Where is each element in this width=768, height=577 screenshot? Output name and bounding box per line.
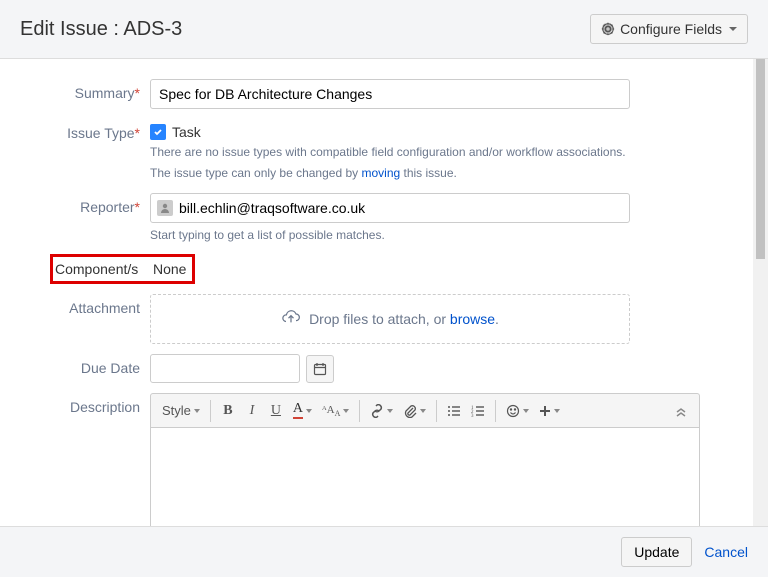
chevron-down-icon (554, 409, 560, 413)
chevron-down-icon (306, 409, 312, 413)
text-color-button[interactable]: A (288, 398, 317, 423)
dialog-footer: Update Cancel (0, 526, 768, 577)
configure-fields-button[interactable]: Configure Fields (590, 14, 748, 44)
issue-type-label: Issue Type* (10, 119, 150, 141)
link-icon (370, 404, 384, 418)
chevron-down-icon (343, 409, 349, 413)
number-list-icon: 123 (471, 404, 485, 418)
number-list-button[interactable]: 123 (466, 400, 490, 422)
issue-type-help-1: There are no issue types with compatible… (150, 144, 718, 161)
reporter-label: Reporter* (10, 193, 150, 215)
issue-type-help-2: The issue type can only be changed by mo… (150, 165, 718, 182)
description-textarea[interactable] (150, 427, 700, 537)
avatar-icon (157, 200, 173, 216)
chevron-down-icon (729, 27, 737, 31)
dialog-title: Edit Issue : ADS-3 (20, 18, 182, 41)
scrollbar-thumb[interactable] (756, 59, 765, 259)
reporter-help: Start typing to get a list of possible m… (150, 227, 718, 244)
subsuper-button[interactable]: ᴬAA (317, 400, 354, 422)
svg-text:3: 3 (471, 414, 474, 418)
collapse-toolbar-button[interactable] (669, 400, 693, 422)
italic-button[interactable]: I (240, 399, 264, 423)
reporter-field[interactable] (179, 197, 623, 219)
description-editor: Style B I U A ᴬAA (150, 393, 700, 537)
calendar-icon (313, 362, 327, 376)
summary-input[interactable] (150, 79, 630, 109)
bullet-list-icon (447, 404, 461, 418)
emoji-button[interactable] (501, 400, 534, 422)
task-icon (150, 124, 166, 140)
chevron-down-icon (194, 409, 200, 413)
due-date-input[interactable] (150, 354, 300, 383)
plus-icon (539, 405, 551, 417)
issue-type-value: Task (150, 119, 718, 140)
dialog-header: Edit Issue : ADS-3 Configure Fields (0, 0, 768, 59)
components-label: Component/s (55, 261, 153, 277)
rte-toolbar: Style B I U A ᴬAA (150, 393, 700, 427)
description-label: Description (10, 393, 150, 415)
attachment-label: Attachment (10, 294, 150, 316)
attachment-dropzone[interactable]: Drop files to attach, or browse. (150, 294, 630, 344)
form-body: Summary* Issue Type* Task There are no i… (0, 59, 753, 537)
underline-button[interactable]: U (264, 399, 288, 423)
components-value[interactable]: None (153, 261, 186, 277)
bold-button[interactable]: B (216, 399, 240, 423)
browse-link[interactable]: browse (450, 311, 495, 327)
chevrons-up-icon (674, 404, 688, 418)
due-date-label: Due Date (10, 354, 150, 376)
style-dropdown[interactable]: Style (157, 399, 205, 422)
chevron-down-icon (420, 409, 426, 413)
upload-icon (281, 309, 301, 329)
chevron-down-icon (387, 409, 393, 413)
chevron-down-icon (523, 409, 529, 413)
attachment-button[interactable] (398, 400, 431, 422)
bullet-list-button[interactable] (442, 400, 466, 422)
reporter-input[interactable] (150, 193, 630, 223)
gear-icon (601, 22, 615, 36)
scrollbar[interactable] (753, 59, 768, 537)
smile-icon (506, 404, 520, 418)
paperclip-icon (403, 404, 417, 418)
components-highlight: Component/s None (50, 254, 195, 284)
link-button[interactable] (365, 400, 398, 422)
moving-link[interactable]: moving (361, 166, 400, 180)
cancel-link[interactable]: Cancel (704, 544, 748, 560)
date-picker-button[interactable] (306, 355, 334, 383)
insert-more-button[interactable] (534, 401, 565, 421)
update-button[interactable]: Update (621, 537, 692, 567)
summary-label: Summary* (10, 79, 150, 101)
